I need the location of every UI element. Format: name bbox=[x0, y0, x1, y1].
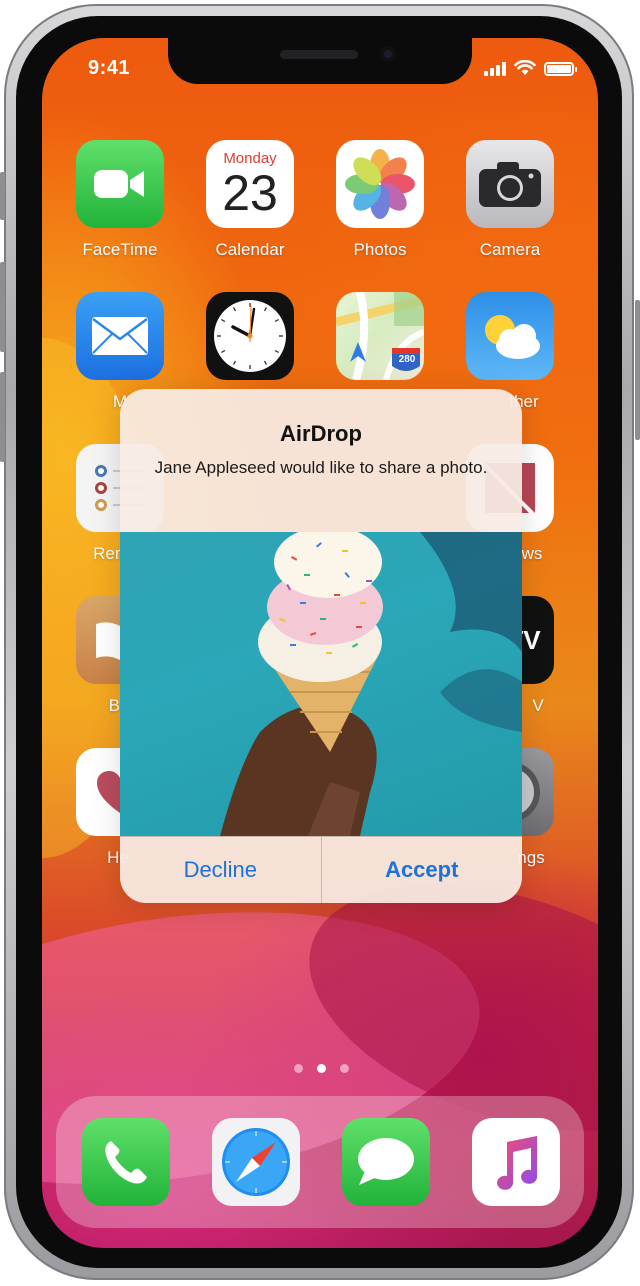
facetime-icon bbox=[76, 140, 164, 228]
page-dot[interactable] bbox=[294, 1064, 303, 1073]
ring-switch bbox=[0, 172, 5, 220]
app-clock[interactable] bbox=[200, 292, 300, 392]
app-label: Camera bbox=[479, 240, 541, 259]
battery-level bbox=[547, 65, 571, 73]
phone-icon[interactable] bbox=[82, 1118, 170, 1206]
app-label: ws bbox=[521, 544, 543, 563]
page-dot[interactable] bbox=[340, 1064, 349, 1073]
volume-up-button bbox=[0, 262, 5, 352]
maps-icon: 280 bbox=[336, 292, 424, 380]
accept-button[interactable]: Accept bbox=[320, 837, 523, 903]
front-camera bbox=[380, 46, 396, 62]
ice-cream-cone-photo bbox=[120, 532, 522, 836]
weather-icon bbox=[466, 292, 554, 380]
earpiece-speaker bbox=[280, 50, 358, 59]
notch bbox=[168, 38, 472, 84]
decline-button[interactable]: Decline bbox=[120, 837, 321, 903]
photos-icon bbox=[336, 140, 424, 228]
page-indicator[interactable] bbox=[294, 1064, 349, 1073]
side-button bbox=[635, 300, 640, 440]
alert-title: AirDrop bbox=[280, 421, 362, 446]
status-icons bbox=[484, 60, 577, 76]
airdrop-alert: AirDrop Jane Appleseed would like to sha… bbox=[120, 389, 522, 903]
home-screen: 9:41 FaceTime Monday 23 Calendar Photos … bbox=[42, 38, 598, 1248]
app-calendar[interactable]: Monday 23 Calendar bbox=[200, 140, 300, 260]
app-facetime[interactable]: FaceTime bbox=[70, 140, 170, 260]
dock bbox=[56, 1096, 584, 1228]
alert-message: Jane Appleseed would like to share a pho… bbox=[154, 458, 488, 477]
calendar-day: 23 bbox=[222, 165, 278, 221]
app-label: Photos bbox=[353, 240, 407, 259]
wifi-icon bbox=[514, 60, 536, 75]
safari-icon[interactable] bbox=[212, 1118, 300, 1206]
calendar-icon: Monday 23 bbox=[206, 140, 294, 228]
messages-icon[interactable] bbox=[342, 1118, 430, 1206]
mail-icon bbox=[76, 292, 164, 380]
app-label: Calendar bbox=[215, 240, 285, 259]
page-dot-active[interactable] bbox=[317, 1064, 326, 1073]
status-time: 9:41 bbox=[88, 57, 131, 79]
alert-actions: Decline Accept bbox=[120, 836, 522, 903]
app-label: V bbox=[532, 696, 544, 715]
app-photos[interactable]: Photos bbox=[330, 140, 430, 260]
app-label: FaceTime bbox=[82, 240, 158, 259]
maps-badge: 280 bbox=[398, 354, 416, 365]
volume-down-button bbox=[0, 372, 5, 462]
app-camera[interactable]: Camera bbox=[460, 140, 560, 260]
battery-icon bbox=[544, 62, 577, 76]
app-maps[interactable]: 280 bbox=[330, 292, 430, 392]
cellular-signal-icon bbox=[484, 62, 506, 76]
clock-icon bbox=[206, 292, 294, 380]
music-icon[interactable] bbox=[472, 1118, 560, 1206]
camera-icon bbox=[466, 140, 554, 228]
